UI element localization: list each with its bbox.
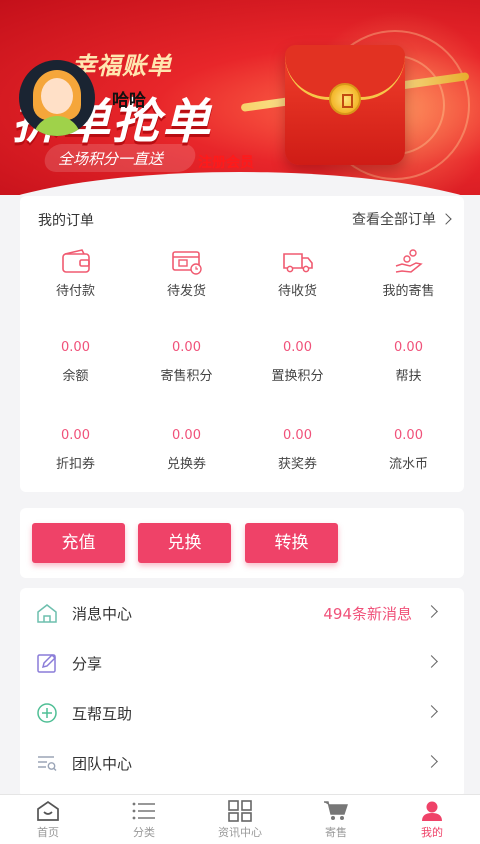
wallet-icon <box>61 249 90 273</box>
tab-label: 寄售 <box>325 826 347 839</box>
grid-icon <box>228 800 252 822</box>
stat-award-coupon[interactable]: 0.00 获奖券 <box>242 428 353 472</box>
stat-label: 流水币 <box>388 457 428 472</box>
tab-label: 首页 <box>37 826 59 839</box>
stat-consignment-points[interactable]: 0.00 寄售积分 <box>131 340 242 384</box>
stat-value: 0.00 <box>283 428 312 443</box>
stat-value: 0.00 <box>394 428 423 443</box>
red-envelope-icon <box>285 45 405 165</box>
stat-label: 帮扶 <box>395 369 422 384</box>
stat-assist[interactable]: 0.00 帮扶 <box>353 340 464 384</box>
cart-icon <box>324 801 348 820</box>
stat-discount-coupon[interactable]: 0.00 折扣券 <box>20 428 131 472</box>
edit-icon <box>37 653 57 673</box>
stat-redeem-coupon[interactable]: 0.00 兑换券 <box>131 428 242 472</box>
order-status-label: 待付款 <box>55 284 95 299</box>
menu-item-message-center[interactable]: 消息中心 494条新消息 <box>20 588 464 638</box>
view-all-orders-label: 查看全部订单 <box>352 212 436 228</box>
new-message-count: 494条新消息 <box>323 605 412 623</box>
banner-register-badge[interactable]: 注册会员 <box>198 152 254 172</box>
stat-value: 0.00 <box>394 340 423 355</box>
stat-label: 折扣券 <box>55 457 95 472</box>
stat-value: 0.00 <box>172 340 201 355</box>
order-status-label: 我的寄售 <box>382 284 435 299</box>
menu-item-label: 消息中心 <box>72 605 133 623</box>
bottom-tab-bar: 首页 分类 资讯中心 寄售 我的 <box>0 794 480 844</box>
chevron-right-icon <box>425 755 438 768</box>
balance-row-2: 0.00 折扣券 0.00 兑换券 0.00 获奖券 0.00 流水币 <box>20 428 464 472</box>
my-consignment[interactable]: 我的寄售 <box>353 248 464 299</box>
order-status-label: 待收货 <box>277 284 317 299</box>
stat-label: 寄售积分 <box>160 369 213 384</box>
order-status-row: 待付款 待发货 待收货 我的寄售 <box>20 248 464 299</box>
home-icon <box>37 800 59 821</box>
exchange-button[interactable]: 兑换 <box>138 523 231 563</box>
tab-category[interactable]: 分类 <box>96 795 192 844</box>
delivery-truck-icon <box>282 253 313 273</box>
menu-item-label: 分享 <box>72 655 103 673</box>
orders-card: 我的订单 查看全部订单 待付款 待发货 待收货 我的寄售 0.00 余额 0.0… <box>20 196 464 492</box>
orders-title: 我的订单 <box>38 213 94 229</box>
tab-mine[interactable]: 我的 <box>384 795 480 844</box>
action-buttons: 充值 兑换 转换 <box>20 508 464 578</box>
menu-item-label: 互帮互助 <box>72 705 133 723</box>
stat-exchange-points[interactable]: 0.00 置换积分 <box>242 340 353 384</box>
avatar[interactable] <box>19 60 95 136</box>
balance-row-1: 0.00 余额 0.00 寄售积分 0.00 置换积分 0.00 帮扶 <box>20 340 464 384</box>
tab-label: 资讯中心 <box>218 826 262 839</box>
hand-coins-icon <box>395 249 423 273</box>
shipping-box-icon <box>171 251 202 275</box>
stat-value: 0.00 <box>283 340 312 355</box>
stat-value: 0.00 <box>172 428 201 443</box>
stat-label: 获奖券 <box>277 457 317 472</box>
plus-circle-icon <box>37 703 57 723</box>
menu-item-mutual-help[interactable]: 互帮互助 <box>20 688 464 738</box>
order-pending-payment[interactable]: 待付款 <box>20 248 131 299</box>
menu-list: 消息中心 494条新消息 分享 互帮互助 团队中心 <box>20 588 464 798</box>
orders-header: 我的订单 查看全部订单 <box>20 196 464 240</box>
view-all-orders-link[interactable]: 查看全部订单 <box>352 209 452 229</box>
user-icon <box>422 801 442 821</box>
menu-item-share[interactable]: 分享 <box>20 638 464 688</box>
recharge-button[interactable]: 充值 <box>32 523 125 563</box>
tab-label: 分类 <box>133 826 155 839</box>
tab-consignment[interactable]: 寄售 <box>288 795 384 844</box>
home-icon <box>37 604 57 623</box>
stat-label: 兑换券 <box>166 457 206 472</box>
tab-news-center[interactable]: 资讯中心 <box>192 795 288 844</box>
tab-label: 我的 <box>421 826 443 839</box>
transfer-button[interactable]: 转换 <box>245 523 338 563</box>
tab-home[interactable]: 首页 <box>0 795 96 844</box>
chevron-right-icon <box>440 213 452 225</box>
stat-value: 0.00 <box>61 428 90 443</box>
username: 哈哈 <box>112 91 146 111</box>
chevron-right-icon <box>425 655 438 668</box>
order-status-label: 待发货 <box>166 284 206 299</box>
menu-item-label: 团队中心 <box>72 755 133 773</box>
stat-flow-coin[interactable]: 0.00 流水币 <box>353 428 464 472</box>
order-pending-receipt[interactable]: 待收货 <box>242 248 353 299</box>
list-search-icon <box>38 756 57 771</box>
stat-value: 0.00 <box>61 340 90 355</box>
banner-subtitle: 全场积分一直送 <box>58 150 164 168</box>
order-pending-shipment[interactable]: 待发货 <box>131 248 242 299</box>
list-icon <box>132 802 155 820</box>
chevron-right-icon <box>425 705 438 718</box>
chevron-right-icon <box>425 605 438 618</box>
menu-item-team-center[interactable]: 团队中心 <box>20 738 464 788</box>
stat-label: 余额 <box>62 369 89 384</box>
stat-label: 置换积分 <box>271 369 324 384</box>
stat-balance[interactable]: 0.00 余额 <box>20 340 131 384</box>
